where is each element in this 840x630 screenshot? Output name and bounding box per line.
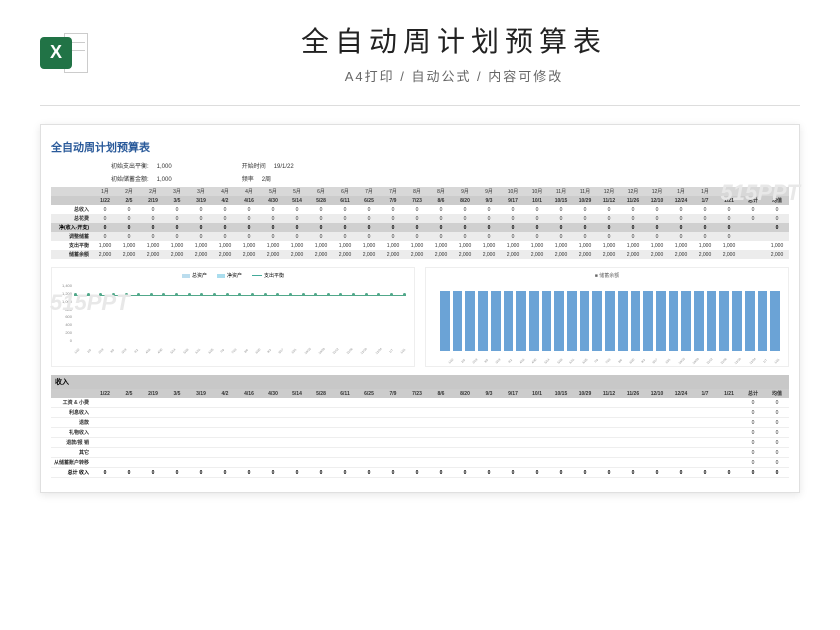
summary-table: 1月2月2月3月3月4月4月5月5月6月6月7月7月8月8月9月9月10月10月… xyxy=(51,187,789,205)
params-row: 初始储蓄金额: 1,000 频率 2周 xyxy=(51,174,789,183)
param-label: 初始支出平衡: xyxy=(111,164,149,170)
param-label: 初始储蓄金额: xyxy=(111,177,149,183)
bar-chart-title: 储蓄余额 xyxy=(599,273,619,279)
income-dates: 1/222/52/193/53/194/24/164/305/145/286/1… xyxy=(51,389,789,398)
param-label: 频率 xyxy=(242,177,254,183)
param-value: 1,000 xyxy=(157,164,172,170)
legend-label: 支出平衡 xyxy=(264,272,284,279)
chart-legend: 总资产 净资产 支出平衡 xyxy=(56,272,410,279)
legend-label: 净资产 xyxy=(227,272,242,279)
excel-icon: X xyxy=(40,29,88,77)
template-header: X 全自动周计划预算表 A4打印 / 自动公式 / 内容可修改 xyxy=(0,0,840,95)
x-axis: 1/222/52/193/53/194/24/164/305/145/286/1… xyxy=(448,359,780,363)
bar-chart: ■ 储蓄余额 1/222/52/193/53/194/24/164/305/14… xyxy=(425,267,789,367)
param-value: 1,000 xyxy=(157,177,172,183)
charts-area: 总资产 净资产 支出平衡 1,4001,2001,000800600400200… xyxy=(51,267,789,367)
income-section-header: 收入 xyxy=(51,375,789,389)
legend-label: 总资产 xyxy=(192,272,207,279)
data-table: 总收入00000000000000000000000000000总花费00000… xyxy=(51,205,789,259)
sheet-title: 全自动周计划预算表 xyxy=(51,139,789,155)
income-table: 工资 & 小费00利息收入00退款00礼物收入00退款/报 销00其它00从储蓄… xyxy=(51,398,789,478)
y-axis: 1,4001,2001,0008006004002000 xyxy=(56,283,72,343)
x-axis: 1/222/52/193/53/194/24/164/305/145/286/1… xyxy=(74,349,406,353)
divider xyxy=(40,105,800,106)
main-title: 全自动周计划预算表 xyxy=(108,20,800,60)
param-value: 19/1/22 xyxy=(274,164,294,170)
param-value: 2周 xyxy=(262,177,271,183)
sub-title: A4打印 / 自动公式 / 内容可修改 xyxy=(108,66,800,85)
params-row: 初始支出平衡: 1,000 开始时间 19/1/22 xyxy=(51,161,789,170)
spreadsheet-preview: 全自动周计划预算表 初始支出平衡: 1,000 开始时间 19/1/22 初始储蓄金… xyxy=(40,124,800,493)
param-label: 开始时间 xyxy=(242,164,266,170)
line-chart: 总资产 净资产 支出平衡 1,4001,2001,000800600400200… xyxy=(51,267,415,367)
